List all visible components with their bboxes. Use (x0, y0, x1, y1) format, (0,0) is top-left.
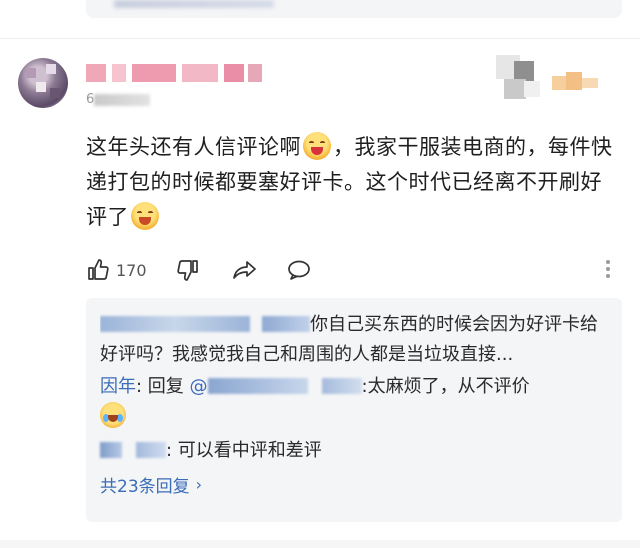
pixel-block (514, 61, 534, 81)
reply-prefix: : 回复 (136, 376, 190, 397)
pixel-block (182, 64, 218, 82)
emoji-eye (137, 211, 142, 214)
user-badge-image (496, 55, 544, 103)
grinning-face-emoji (303, 132, 331, 160)
reply-item[interactable]: 你自己买东西的时候会因为好评卡给好评吗？我感觉我自己和周围的人都是当垃圾直接..… (100, 310, 608, 370)
pixel-block (552, 76, 566, 90)
dislike-button[interactable] (176, 256, 200, 284)
thumbs-down-icon (177, 260, 198, 281)
pixel-block (504, 79, 526, 99)
comment-actions: 170 (86, 256, 616, 284)
reply-author-name[interactable]: 因年 (100, 376, 136, 397)
emoji-eye (309, 141, 314, 144)
crying-laughing-emoji (100, 402, 126, 428)
reply-author-mask (100, 442, 122, 458)
reply-item[interactable]: : 可以看中评和差评 (100, 436, 608, 466)
mention-link[interactable]: @ (190, 376, 362, 397)
timestamp-prefix: 6 (86, 92, 95, 107)
reply-author-mask (262, 316, 310, 332)
like-button[interactable]: 170 (86, 256, 147, 284)
pixel-block (86, 64, 106, 82)
comment-text-part1: 这年头还有人信评论啊 (86, 135, 301, 159)
pixel-block (132, 64, 176, 82)
share-icon (233, 261, 256, 279)
dot (606, 267, 610, 271)
pixel-block (524, 81, 540, 97)
comment-text: 这年头还有人信评论啊 ，我家干服装电商的，每件快递打包的时候都要塞好评卡。这个时代… (86, 130, 616, 235)
dot (606, 274, 610, 278)
laughing-face-emoji (131, 202, 159, 230)
pixel-block (248, 64, 262, 82)
username-pixelated[interactable] (86, 62, 262, 84)
avatar-pixel (36, 82, 46, 92)
blurred-text (114, 0, 274, 8)
mention-mask (321, 378, 362, 394)
avatar-pixel (50, 88, 60, 98)
reply-text: : 可以看中评和差评 (166, 440, 322, 461)
pixel-block (566, 72, 582, 90)
emoji-mouth (139, 217, 151, 225)
emoji-eye (148, 211, 153, 214)
mention-at: @ (189, 376, 208, 397)
more-vertical-icon[interactable] (606, 260, 610, 280)
reply-item[interactable]: 因年: 回复 @ :太麻烦了，从不评价 (100, 372, 608, 432)
timestamp-mask (94, 93, 151, 106)
comment-bubble-icon (288, 260, 310, 280)
pixel-block (224, 64, 244, 82)
avatar-pixel (26, 68, 36, 78)
pixel-block (582, 78, 598, 88)
pixel-block (112, 64, 126, 82)
emoji-mouth (311, 147, 323, 155)
more-replies-label: 共23条回复 (100, 477, 190, 497)
bottom-separator (0, 540, 640, 548)
timestamp: 6 (86, 92, 151, 107)
share-button[interactable] (232, 256, 258, 284)
mention-mask (207, 378, 308, 394)
avatar-pixel (46, 64, 56, 74)
view-all-replies-link[interactable]: 共23条回复 › (100, 472, 202, 497)
reply-author-mask (136, 442, 166, 458)
comment-divider (0, 38, 640, 39)
previous-comment-replies-card (86, 0, 622, 18)
replies-panel: 你自己买东西的时候会因为好评卡给好评吗？我感觉我自己和周围的人都是当垃圾直接..… (86, 298, 622, 522)
dot (606, 260, 610, 264)
emoji-mouth (108, 415, 118, 422)
reply-text: :太麻烦了，从不评价 (361, 376, 530, 397)
avatar[interactable] (18, 58, 68, 108)
thumbs-up-icon (88, 259, 109, 280)
like-count: 170 (116, 260, 147, 280)
emoji-eye (320, 141, 325, 144)
reply-button[interactable] (286, 256, 312, 284)
badge-label (552, 70, 600, 96)
reply-author-mask (100, 316, 250, 332)
chevron-right-icon: › (195, 475, 203, 494)
